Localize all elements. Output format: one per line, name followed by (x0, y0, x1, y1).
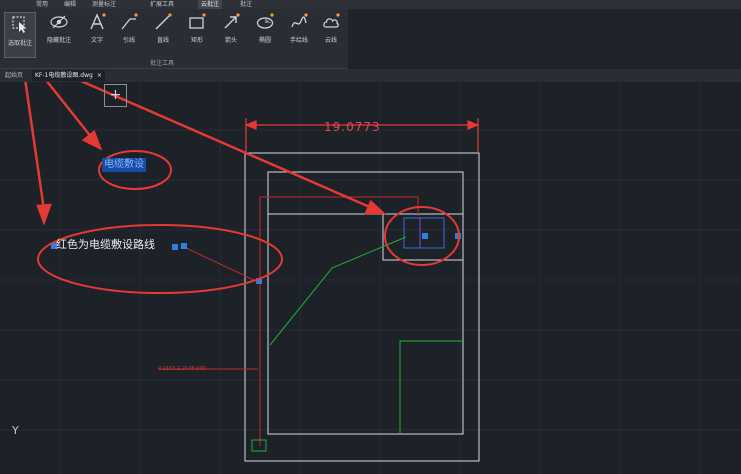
tab-start-page[interactable]: 起始页 (2, 70, 26, 81)
menu-item-common[interactable]: 常用 (36, 0, 48, 9)
menu-item-cloud-annotation[interactable]: 云批注 (198, 0, 223, 9)
leader-line-icon (121, 13, 138, 30)
ellipse-tool-label: 椭圆 (258, 37, 271, 44)
ellipse-icon (256, 13, 274, 29)
text-icon (90, 13, 106, 30)
line-tool-label: 直线 (156, 37, 169, 44)
select-annotation-label: 选取批注 (7, 40, 32, 47)
menu-item-edit[interactable]: 编辑 (64, 0, 76, 9)
close-tab-icon[interactable]: × (97, 72, 102, 79)
select-annotation-tool[interactable]: 选取批注 (4, 12, 36, 58)
cable-route-green (269, 236, 463, 434)
dimension-value: 19.0773 (324, 120, 381, 134)
text-tool-label: 文字 (90, 37, 103, 44)
menu-bar: 常用 编辑 测量标注 扩展工具 云批注 批注 (0, 0, 741, 9)
arrow-tool[interactable]: 箭头 (218, 13, 244, 53)
coordinate-text: 0.2153,1.2148,000 (158, 366, 206, 372)
rectangle-icon (189, 13, 206, 29)
menu-item-extend[interactable]: 扩展工具 (150, 0, 174, 9)
freehand-icon (291, 13, 308, 28)
annotation-ellipses (37, 150, 460, 294)
drawing-canvas[interactable] (0, 82, 741, 474)
cloud-tool[interactable]: 云线 (318, 13, 344, 53)
cable-route-red (259, 196, 419, 446)
new-tab-plus-button[interactable]: + (104, 84, 127, 107)
ribbon-empty-area (348, 9, 741, 68)
hide-eye-icon (50, 15, 68, 29)
cloud-icon (323, 13, 340, 28)
cloud-tool-label: 云线 (324, 37, 337, 44)
ellipse-tool[interactable]: 椭圆 (252, 13, 278, 53)
tab-drawing-file-label: KF-1电缆敷设图.dwg (35, 72, 93, 79)
drawing-frame (244, 152, 480, 462)
document-tab-bar: 起始页 KF-1电缆敷设图.dwg × (0, 69, 741, 82)
leader-tool[interactable]: 引线 (116, 13, 142, 53)
tab-drawing-file[interactable]: KF-1电缆敷设图.dwg × (32, 70, 105, 81)
arrow-tool-label: 箭头 (224, 37, 237, 44)
rectangle-tool-label: 矩形 (190, 37, 203, 44)
y-axis-label: Y (12, 424, 19, 437)
menu-item-measure[interactable]: 测量标注 (92, 0, 116, 9)
freehand-tool[interactable]: 手绘线 (286, 13, 312, 53)
line-icon (155, 13, 172, 30)
menu-item-annotation[interactable]: 批注 (240, 0, 252, 9)
selected-annotation-text[interactable]: 电缆敷设 (102, 158, 146, 172)
freehand-tool-label: 手绘线 (289, 37, 308, 44)
annotation-arrows (24, 82, 387, 226)
arrow-icon (224, 13, 240, 29)
rectangle-tool[interactable]: 矩形 (184, 13, 210, 53)
hide-annotation-tool[interactable]: 隐藏批注 (46, 13, 72, 53)
annotation-tools-group-title: 批注工具 (150, 60, 175, 67)
line-tool[interactable]: 直线 (150, 13, 176, 53)
canvas-grid (0, 82, 741, 474)
hide-annotation-label: 隐藏批注 (46, 37, 71, 44)
text-tool[interactable]: 文字 (84, 13, 110, 53)
route-label-text[interactable]: 红色为电缆敷设路线 (56, 236, 155, 252)
start-marker (251, 439, 267, 452)
select-cursor-icon (12, 16, 27, 33)
equipment-symbol (403, 217, 461, 249)
leader-tool-label: 引线 (122, 37, 135, 44)
